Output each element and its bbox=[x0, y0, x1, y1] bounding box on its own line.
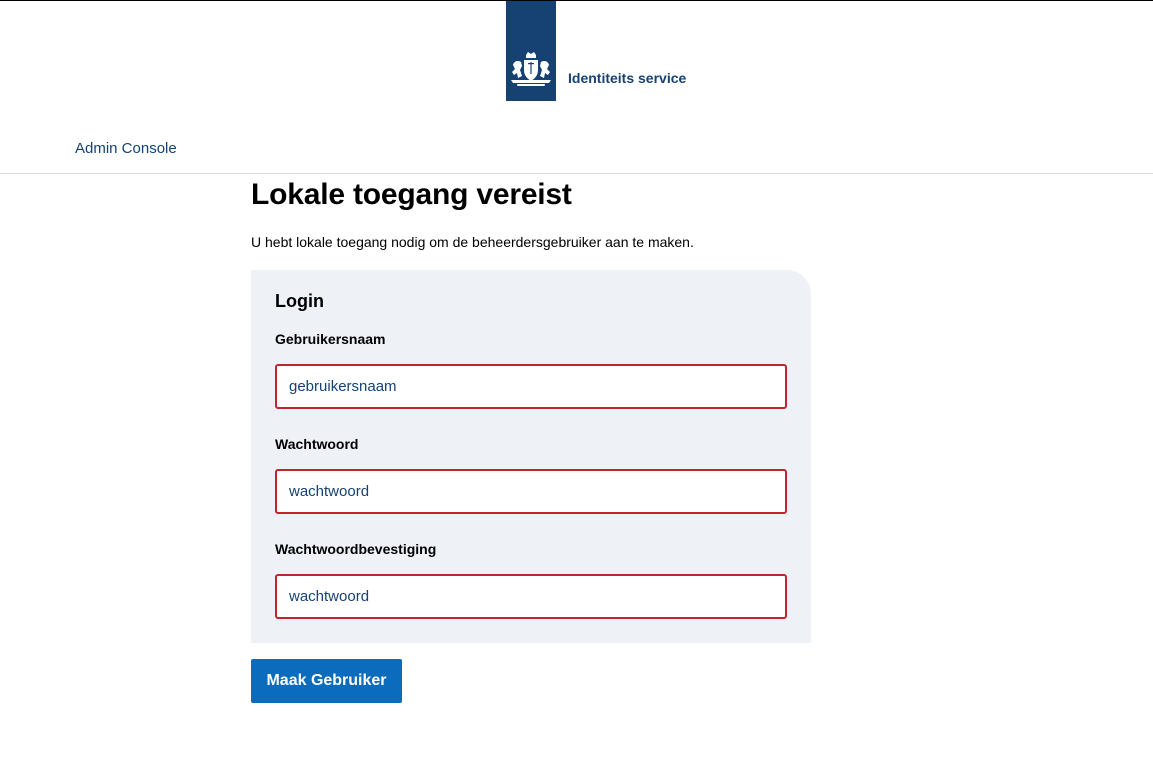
create-user-button[interactable]: Maak Gebruiker bbox=[251, 659, 402, 703]
password-confirm-input[interactable] bbox=[275, 574, 787, 619]
page-intro: U hebt lokale toegang nodig om de beheer… bbox=[251, 234, 694, 250]
password-confirm-label: Wachtwoordbevestiging bbox=[275, 541, 437, 557]
username-label: Gebruikersnaam bbox=[275, 331, 386, 347]
form-title: Login bbox=[275, 291, 324, 311]
username-input[interactable] bbox=[275, 364, 787, 409]
logo-text: Identiteits service bbox=[568, 70, 687, 86]
password-input[interactable] bbox=[275, 469, 787, 514]
page-title: Lokale toegang vereist bbox=[251, 178, 572, 211]
login-form: Login Gebruikersnaam Wachtwoord Wachtwoo… bbox=[251, 270, 811, 643]
password-label: Wachtwoord bbox=[275, 436, 359, 452]
coat-of-arms-icon bbox=[511, 52, 551, 86]
logo-block[interactable] bbox=[506, 1, 556, 101]
page-header: Identiteits service Admin Console bbox=[0, 0, 1153, 174]
nav-admin-console[interactable]: Admin Console bbox=[75, 140, 177, 157]
